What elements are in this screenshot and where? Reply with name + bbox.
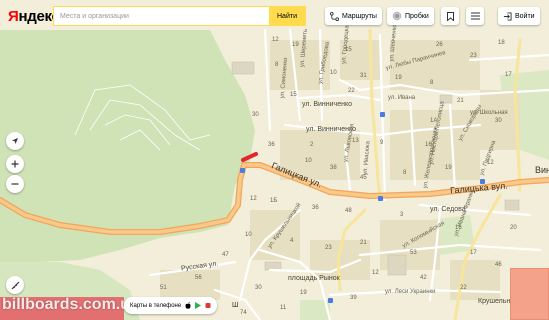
house-number: 20 (510, 225, 517, 231)
house-number: 36 (312, 205, 319, 211)
menu-button[interactable] (466, 7, 484, 25)
house-number: 17 (505, 72, 512, 78)
street-label-vinnichenko-1: ул. Винниченко (302, 101, 352, 108)
login-button[interactable]: Войти (498, 7, 540, 25)
house-number: 15 (290, 92, 297, 98)
plus-icon (11, 160, 19, 168)
house-number: 30 (252, 112, 259, 118)
house-number: 1Б (270, 198, 278, 204)
house-number: 12 (487, 160, 494, 166)
logo-text: Яндекс (8, 8, 60, 25)
house-number: 74 (240, 310, 247, 316)
house-number: 10 (330, 70, 337, 76)
yandex-logo[interactable]: Яндекс (8, 8, 60, 25)
top-bar: Яндекс Найти Маршруты Пробки Войти (0, 0, 549, 32)
house-number: 17 (470, 250, 477, 256)
traffic-icon (392, 11, 402, 21)
house-number: 1А (430, 118, 438, 124)
route-icon (330, 11, 339, 21)
house-number: 19 (300, 290, 307, 296)
house-number: 39 (350, 295, 357, 301)
billboard-image (510, 268, 549, 320)
house-number: 8 (430, 80, 434, 86)
routes-label: Маршруты (342, 12, 377, 20)
search-input[interactable] (54, 7, 269, 25)
mobile-app-label: Карты в телефоне (130, 302, 182, 309)
minus-icon (11, 183, 19, 185)
house-number: 18 (498, 40, 505, 46)
house-number: 42 (420, 275, 427, 281)
login-label: Войти (515, 12, 535, 20)
house-number: 10 (245, 232, 252, 238)
house-number: 4 (290, 238, 294, 244)
apple-icon (185, 302, 191, 309)
bookmark-button[interactable] (441, 7, 459, 25)
house-number: 15 (345, 47, 352, 53)
house-number: 30 (255, 285, 262, 291)
house-number: 12 (372, 270, 379, 276)
traffic-button[interactable]: Пробки (387, 7, 434, 25)
house-number: 45 (360, 175, 367, 181)
ruler-icon (11, 281, 19, 289)
login-icon (503, 11, 512, 21)
house-number: 51 (160, 285, 167, 291)
location-arrow-icon (12, 138, 18, 144)
search-box: Найти (53, 6, 306, 26)
house-number: 21 (360, 240, 367, 246)
house-number: 22 (348, 88, 355, 94)
house-number: 46 (495, 262, 502, 268)
house-number: 2 (310, 142, 314, 148)
traffic-label: Пробки (405, 12, 429, 20)
street-label-sedova: ул. Седова (430, 206, 466, 213)
watermark-text: billboards.com.ua (2, 296, 139, 313)
house-number: 26 (436, 42, 443, 48)
find-button[interactable]: Найти (269, 7, 305, 25)
house-number: 8 (403, 170, 407, 176)
google-play-icon (195, 302, 202, 309)
house-number: 47 (222, 252, 229, 258)
house-number: 19 (445, 165, 452, 171)
house-number: 23 (325, 245, 332, 251)
house-number: 21 (457, 98, 464, 104)
place-label-ploshchad: площадь Рынок (288, 275, 340, 282)
house-number: 19 (395, 75, 402, 81)
house-number: 9 (380, 140, 384, 146)
scale-label: Ш (232, 302, 239, 309)
routes-button[interactable]: Маршруты (325, 7, 382, 25)
house-number: 13 (352, 138, 359, 144)
locate-button[interactable] (6, 132, 24, 150)
house-number: 22 (460, 285, 467, 291)
house-number: 53 (410, 250, 417, 256)
house-number: 30 (495, 118, 502, 124)
zoom-in-button[interactable] (6, 155, 24, 173)
house-number: 16 (425, 142, 432, 148)
mobile-app-promo[interactable]: Карты в телефоне (124, 297, 218, 314)
huawei-icon (205, 303, 211, 308)
house-number: 12 (272, 37, 279, 43)
house-number: 10 (305, 158, 312, 164)
street-label-krushel: Крушельн (478, 298, 511, 305)
ruler-button[interactable] (6, 276, 24, 294)
house-number: 16 (455, 225, 462, 231)
house-number: 36 (268, 142, 275, 148)
house-number: 8 (275, 62, 279, 68)
menu-icon (470, 12, 480, 20)
street-label-lesi: ул. Леси Украинки (385, 289, 436, 295)
street-label-ivana: ул. Ивана (388, 95, 416, 101)
bookmark-icon (446, 11, 454, 21)
house-number: 31 (360, 73, 367, 79)
zoom-out-button[interactable] (6, 175, 24, 193)
house-number: 11 (280, 305, 287, 311)
house-number: 48 (345, 208, 352, 214)
house-number: 12 (250, 196, 257, 202)
house-number: 56 (195, 275, 202, 281)
house-number: 3 (400, 212, 404, 218)
place-label-vin: Вин (535, 165, 549, 175)
street-label-shkilna: ул. Школьная (470, 110, 508, 116)
house-number: 23 (470, 53, 477, 59)
house-number: 38 (330, 165, 337, 171)
house-number: 19 (292, 42, 299, 48)
